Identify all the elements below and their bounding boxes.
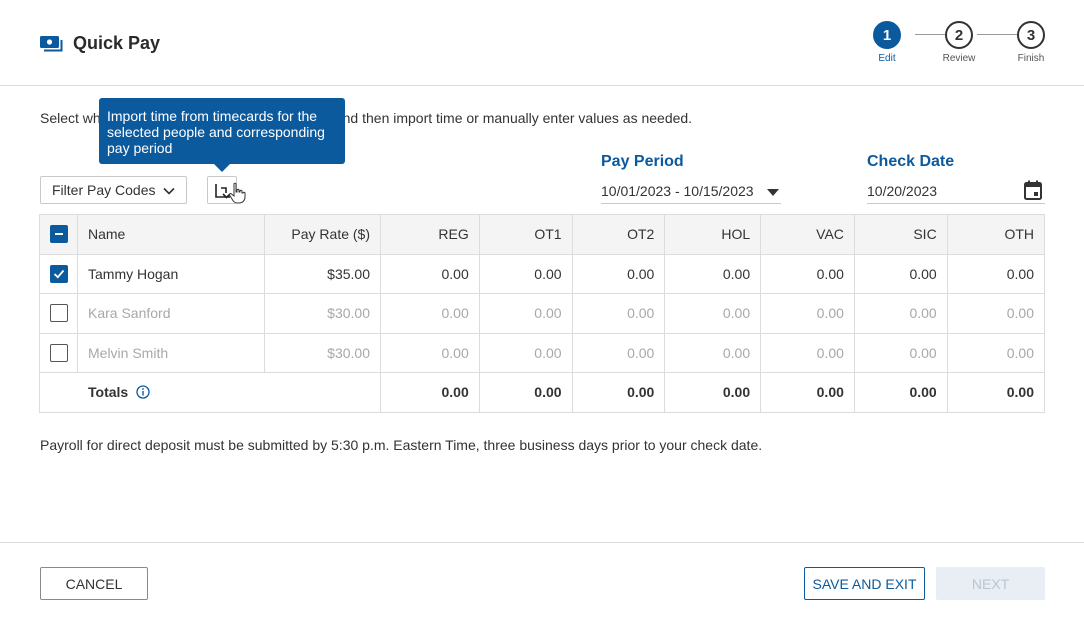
hol-input[interactable]: 0.00 <box>664 253 762 294</box>
reg-input: 0.00 <box>380 293 480 334</box>
pay-table: Name Pay Rate ($) REG OT1 OT2 HOL VAC SI… <box>39 214 1046 413</box>
employee-name: Melvin Smith <box>77 332 265 373</box>
minus-icon <box>54 233 63 236</box>
step-label: Review <box>942 53 976 64</box>
reg-input[interactable]: 0.00 <box>380 253 480 294</box>
row-checkbox[interactable] <box>49 343 68 362</box>
row-select-cell <box>39 332 78 373</box>
column-header-oth[interactable]: OTH <box>946 214 1046 255</box>
pay-rate: $30.00 <box>264 332 381 373</box>
check-icon <box>53 269 64 279</box>
total-ot1: 0.00 <box>478 372 573 413</box>
page-header: Quick Pay 1 Edit 2 Review 3 Finish <box>0 0 1084 86</box>
sic-input: 0.00 <box>853 293 948 334</box>
vac-input: 0.00 <box>760 332 855 373</box>
check-date-label: Check Date <box>867 153 955 170</box>
column-header-ot1[interactable]: OT1 <box>478 214 573 255</box>
cash-icon <box>40 36 63 52</box>
tooltip-arrow <box>214 164 230 172</box>
hol-input: 0.00 <box>664 332 762 373</box>
employee-name: Kara Sanford <box>77 293 265 334</box>
column-header-pay-rate[interactable]: Pay Rate ($) <box>264 214 381 255</box>
step-edit: 1 Edit <box>862 21 912 64</box>
step-label: Edit <box>878 53 896 64</box>
step-review: 2 Review <box>934 21 984 64</box>
page-footer: CANCEL SAVE AND EXIT NEXT <box>0 542 1084 623</box>
caret-down-icon <box>767 189 779 196</box>
ot1-input: 0.00 <box>478 293 573 334</box>
column-header-hol[interactable]: HOL <box>664 214 762 255</box>
oth-input: 0.00 <box>946 332 1046 373</box>
select-all-checkbox[interactable] <box>49 225 68 244</box>
table-row: Melvin Smith $30.00 0.00 0.00 0.00 0.00 … <box>39 332 1046 373</box>
import-tooltip: Import time from timecards for the selec… <box>99 98 345 164</box>
step-finish: 3 Finish <box>1006 21 1056 64</box>
oth-input[interactable]: 0.00 <box>946 253 1046 294</box>
next-button[interactable]: NEXT <box>936 567 1045 600</box>
check-date-value: 10/20/2023 <box>867 183 938 199</box>
column-header-sic[interactable]: SIC <box>853 214 948 255</box>
filter-pay-codes-dropdown[interactable]: Filter Pay Codes <box>40 176 187 204</box>
pay-period-dropdown[interactable]: 10/01/2023 - 10/15/2023 <box>601 178 781 204</box>
employee-name: Tammy Hogan <box>77 253 265 294</box>
total-oth: 0.00 <box>946 372 1046 413</box>
pay-rate: $35.00 <box>264 253 381 294</box>
step-label: Finish <box>1017 53 1045 64</box>
hol-input: 0.00 <box>664 293 762 334</box>
chevron-down-icon <box>163 187 175 195</box>
info-icon[interactable] <box>136 385 150 399</box>
calendar-icon[interactable] <box>1024 180 1042 200</box>
total-vac: 0.00 <box>760 372 855 413</box>
total-reg: 0.00 <box>380 372 480 413</box>
row-checkbox[interactable] <box>49 304 68 323</box>
step-number: 1 <box>873 21 901 49</box>
row-select-cell <box>39 253 78 294</box>
oth-input: 0.00 <box>946 293 1046 334</box>
totals-row: Totals 0.00 0.00 0.00 0.00 0.00 0.00 0.0… <box>39 372 1046 413</box>
sic-input: 0.00 <box>853 332 948 373</box>
cancel-button[interactable]: CANCEL <box>40 567 148 600</box>
ot1-input: 0.00 <box>478 332 573 373</box>
totals-label-cell: Totals <box>77 372 265 413</box>
vac-input[interactable]: 0.00 <box>760 253 855 294</box>
ot2-input: 0.00 <box>571 293 666 334</box>
column-header-name[interactable]: Name <box>77 214 265 255</box>
pay-period-value: 10/01/2023 - 10/15/2023 <box>601 183 754 199</box>
filter-pay-codes-label: Filter Pay Codes <box>52 182 156 198</box>
pay-rate: $30.00 <box>264 293 381 334</box>
sic-input[interactable]: 0.00 <box>853 253 948 294</box>
deposit-deadline-note: Payroll for direct deposit must be submi… <box>40 437 763 453</box>
save-and-exit-button[interactable]: SAVE AND EXIT <box>804 567 925 600</box>
step-number: 2 <box>945 21 973 49</box>
column-header-vac[interactable]: VAC <box>760 214 855 255</box>
select-all-cell <box>39 214 78 255</box>
pointer-hand-icon <box>228 182 246 204</box>
progress-stepper: 1 Edit 2 Review 3 Finish <box>872 21 1052 71</box>
reg-input: 0.00 <box>380 332 480 373</box>
total-sic: 0.00 <box>853 372 948 413</box>
check-date-field[interactable]: 10/20/2023 <box>867 178 1045 204</box>
page-title: Quick Pay <box>73 33 161 53</box>
total-hol: 0.00 <box>664 372 762 413</box>
totals-spacer <box>264 372 381 413</box>
step-number: 3 <box>1017 21 1045 49</box>
ot2-input[interactable]: 0.00 <box>571 253 666 294</box>
row-checkbox[interactable] <box>49 264 68 283</box>
ot1-input[interactable]: 0.00 <box>478 253 573 294</box>
table-row: Kara Sanford $30.00 0.00 0.00 0.00 0.00 … <box>39 293 1046 334</box>
table-header-row: Name Pay Rate ($) REG OT1 OT2 HOL VAC SI… <box>39 214 1046 255</box>
vac-input: 0.00 <box>760 293 855 334</box>
column-header-reg[interactable]: REG <box>380 214 480 255</box>
pay-period-label: Pay Period <box>601 153 684 170</box>
ot2-input: 0.00 <box>571 332 666 373</box>
totals-spacer <box>39 372 78 413</box>
totals-label: Totals <box>88 384 129 401</box>
column-header-ot2[interactable]: OT2 <box>571 214 666 255</box>
total-ot2: 0.00 <box>571 372 666 413</box>
row-select-cell <box>39 293 78 334</box>
table-row: Tammy Hogan $35.00 0.00 0.00 0.00 0.00 0… <box>39 253 1046 294</box>
